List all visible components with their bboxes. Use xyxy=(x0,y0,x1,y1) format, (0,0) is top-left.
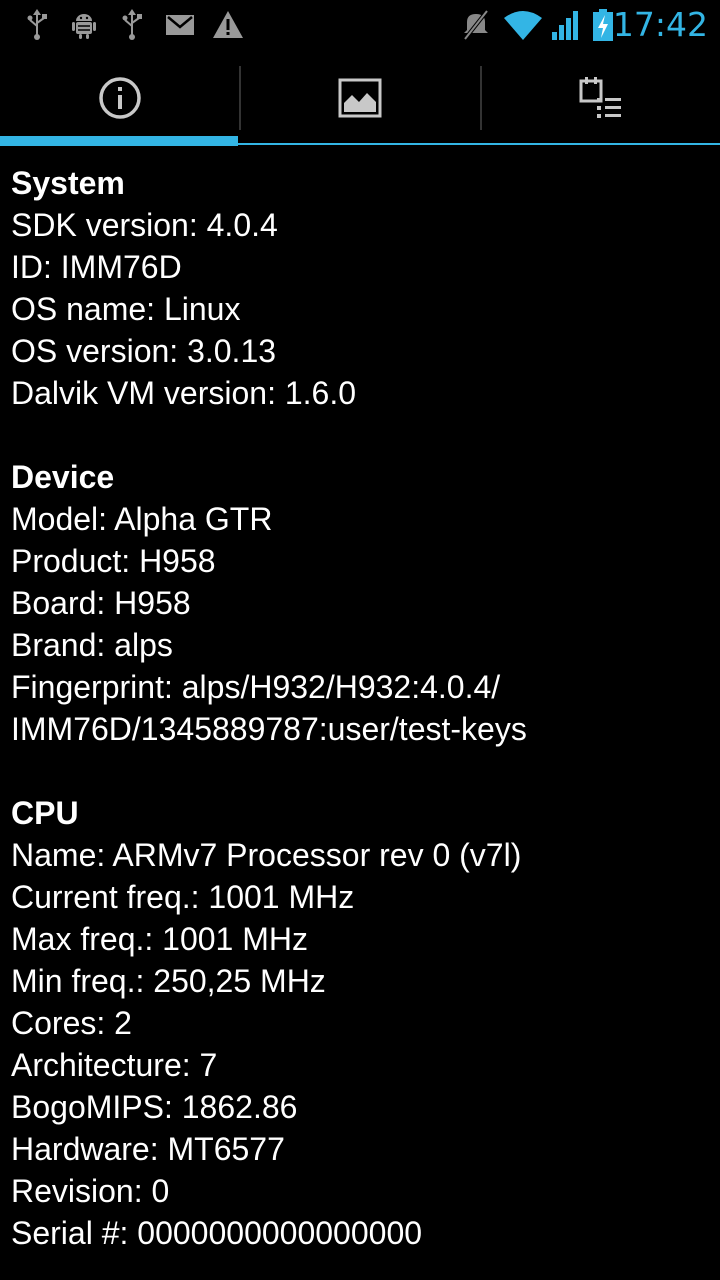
section-cpu: CPU Name: ARMv7 Processor rev 0 (v7l) Cu… xyxy=(11,792,711,1254)
wifi-icon xyxy=(503,8,543,42)
info-line: Revision: 0 xyxy=(11,1173,170,1209)
clock: 17:42 xyxy=(612,5,708,44)
android-debug-icon xyxy=(67,8,101,42)
section-title: CPU xyxy=(11,795,79,831)
tab-bar xyxy=(0,50,720,146)
info-line: Brand: alps xyxy=(11,627,173,663)
calendar-list-icon xyxy=(577,75,623,121)
info-content: System SDK version: 4.0.4 ID: IMM76D OS … xyxy=(11,162,711,1254)
info-icon xyxy=(97,75,143,121)
usb-icon xyxy=(115,8,149,42)
mute-icon xyxy=(459,8,493,42)
info-line: Fingerprint: alps/H932/H932:4.0.4/ xyxy=(11,669,501,705)
signal-icon xyxy=(549,8,583,42)
info-line: Current freq.: 1001 MHz xyxy=(11,879,355,915)
info-line: Board: H958 xyxy=(11,585,191,621)
info-line: Architecture: 7 xyxy=(11,1047,218,1083)
section-title: System xyxy=(11,165,125,201)
info-line: BogoMIPS: 1862.86 xyxy=(11,1089,298,1125)
info-line: Hardware: MT6577 xyxy=(11,1131,285,1167)
info-line: Max freq.: 1001 MHz xyxy=(11,921,308,957)
section-title: Device xyxy=(11,459,115,495)
info-line: Name: ARMv7 Processor rev 0 (v7l) xyxy=(11,837,522,873)
info-line: Min freq.: 250,25 MHz xyxy=(11,963,326,999)
info-line: Product: H958 xyxy=(11,543,216,579)
tab-info[interactable] xyxy=(0,50,240,146)
tab-display[interactable] xyxy=(240,50,480,146)
usb-icon xyxy=(20,8,54,42)
info-line: OS name: Linux xyxy=(11,291,241,327)
image-icon xyxy=(337,75,383,121)
info-line: Model: Alpha GTR xyxy=(11,501,273,537)
gmail-icon xyxy=(163,8,197,42)
battery-charging-icon xyxy=(591,8,615,42)
section-device: Device Model: Alpha GTR Product: H958 Bo… xyxy=(11,456,711,750)
status-bar: 17:42 xyxy=(0,0,720,50)
warning-icon xyxy=(211,8,245,42)
tab-features[interactable] xyxy=(480,50,720,146)
tab-selected-indicator xyxy=(0,136,238,146)
info-line: Cores: 2 xyxy=(11,1005,132,1041)
info-line: Serial #: 0000000000000000 xyxy=(11,1215,423,1251)
info-line: IMM76D/1345889787:user/test-keys xyxy=(11,711,527,747)
info-line: ID: IMM76D xyxy=(11,249,182,285)
info-line: Dalvik VM version: 1.6.0 xyxy=(11,375,357,411)
info-line: OS version: 3.0.13 xyxy=(11,333,277,369)
section-system: System SDK version: 4.0.4 ID: IMM76D OS … xyxy=(11,162,711,414)
info-line: SDK version: 4.0.4 xyxy=(11,207,278,243)
